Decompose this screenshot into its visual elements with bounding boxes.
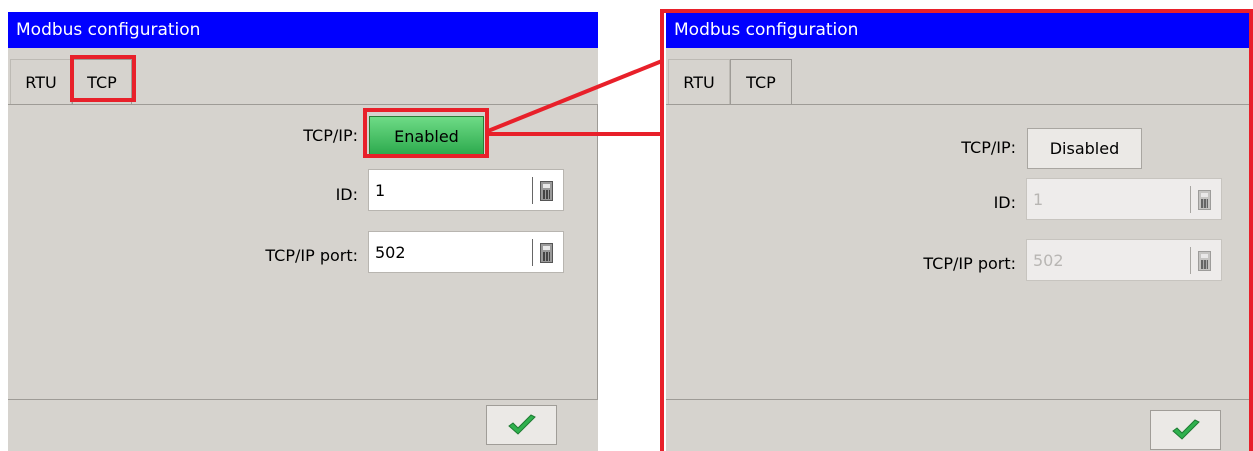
field-separator [532,177,533,204]
tcpip-port-label: TCP/IP port: [265,246,358,265]
port-value: 502 [375,243,406,262]
tcpip-port-field[interactable]: 502 [368,231,564,273]
tab-label: RTU [25,72,57,92]
tcpip-label: TCP/IP: [303,126,358,145]
right-window-highlight [660,9,1253,451]
tcp-tab-highlight [70,55,136,102]
checkmark-icon [507,414,536,435]
field-separator [532,239,533,266]
calculator-icon[interactable] [540,243,553,263]
tab-rtu[interactable]: RTU [10,59,72,104]
window-title: Modbus configuration [8,12,598,48]
id-value: 1 [375,181,386,200]
ok-button[interactable] [486,405,557,445]
id-field[interactable]: 1 [368,169,564,211]
right-window-highlight-edge [1249,9,1253,451]
id-label: ID: [335,185,358,204]
enabled-button-highlight [363,108,489,158]
calculator-icon[interactable] [540,181,553,201]
